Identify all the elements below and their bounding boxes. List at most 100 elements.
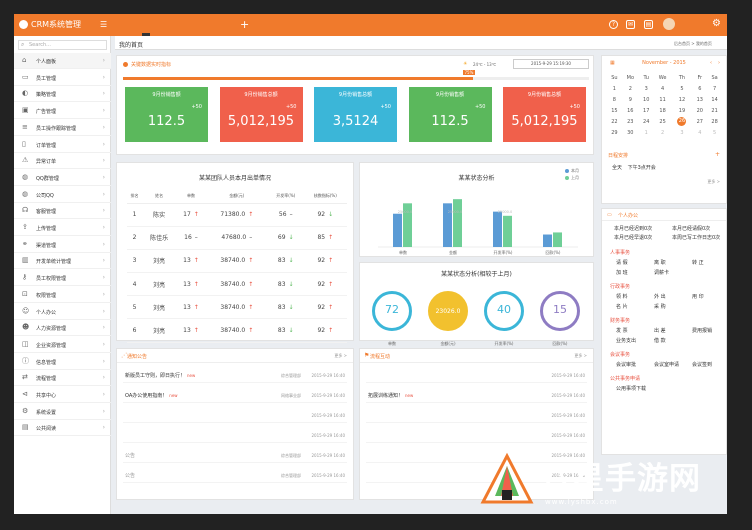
calendar-day[interactable]: 30 [622, 127, 639, 138]
sidebar-item[interactable]: ⓘ 信息管理 › [14, 354, 111, 370]
sidebar-item[interactable]: ▣ 广告管理 › [14, 103, 111, 120]
sidebar-item[interactable]: ⇄ 流程管理 › [14, 370, 111, 387]
agenda-more-link[interactable]: 更多 > [707, 179, 720, 185]
kpi-card[interactable]: 9月份销售额 +50 112.5 [408, 87, 492, 142]
office-action-link[interactable]: 费用报销 [692, 327, 712, 334]
settings-gear-icon[interactable]: ⚙ [712, 18, 721, 29]
calendar-day[interactable]: 3 [639, 83, 654, 94]
calendar-day[interactable]: 10 [639, 94, 654, 105]
news-row[interactable]: 拓展训练通知！ new 2015-9-29 16:40 [366, 388, 587, 403]
calendar-day[interactable]: 9 [622, 94, 639, 105]
calendar-day[interactable]: 2 [654, 127, 672, 138]
sidebar-item[interactable]: ☊ 客服管理 › [14, 203, 111, 220]
sidebar-item[interactable]: ◐ 策略管理 › [14, 86, 111, 103]
office-action-link[interactable]: 会议审批 [616, 361, 636, 368]
office-action-link[interactable]: 借 款 [654, 337, 666, 344]
sidebar-item[interactable]: ◫ 企业资源管理 › [14, 337, 111, 353]
agenda-add-icon[interactable]: + [715, 151, 720, 158]
calendar-day[interactable]: 21 [707, 105, 722, 116]
calendar-day[interactable]: 28 [707, 116, 722, 127]
sidebar-item[interactable]: ◍ 公司QQ › [14, 187, 111, 203]
sidebar-item[interactable]: ⊲ 共享中心 › [14, 387, 111, 403]
notice-row[interactable]: 新版员工守则，即日执行！ new 综合管理部 2015-9-29 16:40 [123, 368, 347, 383]
kpi-card[interactable]: 9月份销售额 +50 112.5 [125, 87, 208, 142]
table-row[interactable]: 2 陈佳乐 16–47680.0–69 ↓ 85 ↑ [127, 226, 347, 250]
office-action-link[interactable]: 会议签到 [692, 361, 712, 368]
table-row[interactable]: 3 刘亮 13 ↑ 38740.0 ↑ 83 ↓ 92 ↑ [127, 249, 347, 274]
avatar[interactable] [663, 18, 675, 30]
message-icon[interactable]: ✉ [626, 20, 635, 29]
office-action-link[interactable]: 加 班 [616, 269, 628, 276]
calendar-day[interactable]: 20 [692, 105, 707, 116]
sidebar-item[interactable]: ▤ 公共阅读 › [14, 420, 111, 437]
table-row[interactable]: 6 刘亮 13 ↑ 38740.0 ↑ 83 ↓ 92 ↑ [127, 318, 347, 343]
sidebar-item[interactable]: ⌂ 个人面板 › [14, 53, 111, 69]
sidebar-item[interactable]: ▭ 员工管理 › [14, 70, 111, 86]
calendar-day[interactable]: 27 [692, 116, 707, 127]
sidebar-item[interactable]: ⚙ 系统设置 › [14, 404, 111, 420]
notice-row[interactable]: 公告 综合管理部 2015-9-29 16:40 [123, 468, 347, 483]
menu-toggle-icon[interactable]: ☰ [100, 20, 107, 29]
office-action-link[interactable]: 发 票 [616, 327, 628, 334]
sidebar-item[interactable]: ⇪ 上传管理 › [14, 220, 111, 236]
calendar-day[interactable]: 11 [654, 94, 672, 105]
search-input[interactable]: Search... [18, 40, 107, 50]
calendar-day[interactable]: 23 [622, 116, 639, 127]
office-action-link[interactable]: 调薪卡 [654, 269, 669, 276]
calendar-day[interactable]: 4 [654, 83, 672, 94]
gauge-ring[interactable]: 40 [484, 291, 524, 331]
news-row[interactable]: 2015-9-29 16:40 [366, 408, 587, 423]
gauge-ring[interactable]: 23026.0 [428, 291, 468, 331]
gauge-ring[interactable]: 15 [540, 291, 580, 331]
calendar-day[interactable]: 19 [672, 105, 693, 116]
office-action-link[interactable]: 用 印 [692, 293, 704, 300]
calendar-day[interactable]: 22 [607, 116, 622, 127]
notification-icon[interactable]: ▤ [644, 20, 653, 29]
sidebar-item[interactable]: ☻ 人力资源管理 › [14, 320, 111, 337]
calendar-day[interactable]: 15 [607, 105, 622, 116]
notice-row[interactable]: OA办公使用指南！ new 网络事业部 2015-9-29 16:40 [123, 388, 347, 403]
calendar-next-icon[interactable]: › [718, 60, 720, 66]
notice-more-link[interactable]: 更多 > [334, 353, 347, 359]
office-action-link[interactable]: 公用事项下载 [616, 385, 646, 392]
news-row[interactable]: 2015-9-29 16:40 [366, 428, 587, 443]
calendar-day[interactable]: 2 [622, 83, 639, 94]
agenda-item[interactable]: 全天 下午3点开会 [612, 164, 656, 171]
calendar-day[interactable]: 4 [692, 127, 707, 138]
office-action-link[interactable]: 领 料 [616, 293, 628, 300]
calendar-prev-icon[interactable]: ‹ [710, 60, 712, 66]
calendar-day[interactable]: 1 [607, 83, 622, 94]
sidebar-item[interactable]: ⊡ 权限管理 › [14, 287, 111, 303]
news-row[interactable]: 2015-9-29 16:40 [366, 368, 587, 383]
calendar-day[interactable]: 7 [707, 83, 722, 94]
sidebar-item[interactable]: ☺ 个人办公 › [14, 304, 111, 320]
office-action-link[interactable]: 转 正 [692, 259, 704, 266]
sidebar-item[interactable]: ⚷ 员工权限管理 › [14, 270, 111, 287]
calendar-day[interactable]: 13 [692, 94, 707, 105]
calendar-day[interactable]: 29 [607, 127, 622, 138]
gauge-ring[interactable]: 72 [372, 291, 412, 331]
office-action-link[interactable]: 会议室申请 [654, 361, 679, 368]
office-action-link[interactable]: 出 差 [654, 327, 666, 334]
calendar-day[interactable]: 5 [672, 83, 693, 94]
calendar-day[interactable]: 6 [692, 83, 707, 94]
notice-row[interactable]: 公告 综合管理部 2015-9-29 16:40 [123, 448, 347, 463]
calendar-day[interactable]: 1 [639, 127, 654, 138]
calendar-day[interactable]: 25 [654, 116, 672, 127]
notice-row[interactable]: 2015-9-29 16:40 [123, 428, 347, 443]
add-tab-icon[interactable]: + [240, 18, 249, 31]
calendar-day[interactable]: 18 [654, 105, 672, 116]
calendar-day[interactable]: 16 [622, 105, 639, 116]
kpi-card[interactable]: 9月份销售总额 +50 5,012,195 [219, 87, 303, 142]
notice-row[interactable]: 2015-9-29 16:40 [123, 408, 347, 423]
table-row[interactable]: 4 刘亮 13 ↑ 38740.0 ↑ 83 ↓ 92 ↑ [127, 272, 347, 297]
sidebar-item[interactable]: ⚠ 异常订单 › [14, 153, 111, 170]
sidebar-item[interactable]: ⚭ 渠道管理 › [14, 237, 111, 253]
calendar-day[interactable]: 26 [672, 116, 693, 127]
calendar-day[interactable]: 5 [707, 127, 722, 138]
office-action-link[interactable]: 请 假 [616, 259, 628, 266]
sidebar-item[interactable]: ▥ 开发单统计管理 › [14, 253, 111, 270]
sidebar-item[interactable]: ▯ 订单管理 › [14, 137, 111, 153]
table-row[interactable]: 5 刘亮 13 ↑ 38740.0 ↑ 83 ↓ 92 ↑ [127, 295, 347, 320]
office-action-link[interactable]: 采 购 [654, 303, 666, 310]
